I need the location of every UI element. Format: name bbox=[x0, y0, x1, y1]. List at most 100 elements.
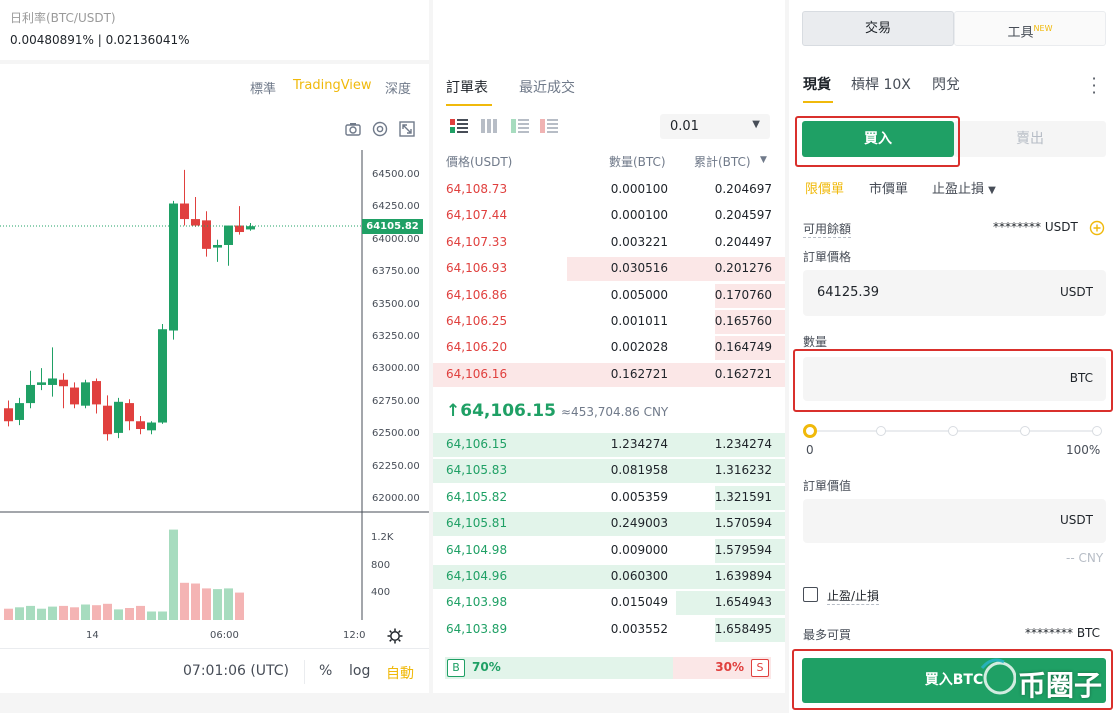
book-view-asks-icon[interactable] bbox=[540, 119, 558, 133]
tpsl-label[interactable]: 止盈/止損 bbox=[827, 587, 880, 605]
tab-margin[interactable]: 槓桿 10X bbox=[851, 74, 911, 94]
last-price-value: 64,106.15 bbox=[460, 401, 556, 421]
bid-qty: 0.009000 bbox=[610, 542, 668, 557]
candle-body bbox=[191, 219, 200, 226]
log-toggle[interactable]: log bbox=[349, 663, 370, 679]
ask-row[interactable]: 64,106.16 0.162721 0.162721 bbox=[433, 362, 785, 388]
slider-step[interactable] bbox=[876, 426, 886, 436]
fullscreen-icon[interactable] bbox=[398, 120, 416, 138]
current-price-tag: 64105.82 bbox=[362, 219, 423, 234]
sell-tab-button[interactable]: 賣出 bbox=[954, 121, 1106, 157]
ask-row[interactable]: 64,106.25 0.001011 0.165760 bbox=[433, 309, 785, 335]
tab-order-book[interactable]: 訂單表 bbox=[446, 77, 488, 97]
ask-total: 0.204697 bbox=[714, 182, 772, 196]
sell-pct: 30% bbox=[715, 660, 744, 674]
bid-price: 64,103.89 bbox=[446, 621, 508, 636]
book-view-compact-icon[interactable] bbox=[481, 119, 499, 133]
precision-select[interactable]: 0.01 ▼ bbox=[660, 114, 770, 139]
bid-row[interactable]: 64,105.82 0.005359 1.321591 bbox=[433, 485, 785, 511]
slider-min-label: 0 bbox=[806, 443, 814, 457]
tab-trade[interactable]: 交易 bbox=[802, 11, 954, 46]
candle-body bbox=[213, 244, 222, 248]
slider-step[interactable] bbox=[1020, 426, 1030, 436]
bid-row[interactable]: 64,103.89 0.003552 1.658495 bbox=[433, 617, 785, 643]
volume-bar bbox=[235, 592, 244, 620]
candle-body bbox=[224, 225, 233, 245]
ask-qty: 0.000100 bbox=[610, 182, 668, 196]
new-badge: NEW bbox=[1033, 24, 1053, 33]
ask-row[interactable]: 64,107.33 0.003221 0.204497 bbox=[433, 230, 785, 256]
bid-row[interactable]: 64,103.98 0.015049 1.654943 bbox=[433, 590, 785, 616]
time-tick: 06:00 bbox=[210, 630, 239, 641]
more-menu-icon[interactable]: · · · bbox=[1091, 71, 1097, 101]
candle-body bbox=[4, 408, 13, 422]
candle-body bbox=[202, 220, 211, 249]
candle-body bbox=[158, 329, 167, 423]
sort-down-icon[interactable]: ▼ bbox=[760, 155, 767, 165]
candle-body bbox=[70, 387, 79, 405]
tab-recent-trades[interactable]: 最近成交 bbox=[519, 77, 575, 97]
order-value-input[interactable]: USDT bbox=[803, 499, 1106, 543]
ask-row[interactable]: 64,108.73 0.000100 0.204697 bbox=[433, 177, 785, 203]
ask-row[interactable]: 64,106.86 0.005000 0.170760 bbox=[433, 283, 785, 309]
bid-total: 1.639894 bbox=[714, 569, 772, 583]
add-funds-icon[interactable] bbox=[1089, 220, 1105, 236]
tpsl-checkbox[interactable] bbox=[803, 587, 818, 602]
tab-spot[interactable]: 現貨 bbox=[803, 74, 831, 94]
volume-bar bbox=[70, 607, 79, 620]
candle-body bbox=[147, 422, 156, 431]
bid-qty: 0.003552 bbox=[610, 621, 668, 636]
book-top-blank bbox=[433, 0, 785, 60]
chart-tab-depth[interactable]: 深度 bbox=[385, 78, 411, 97]
ask-total: 0.204597 bbox=[714, 208, 772, 223]
candle-body bbox=[59, 379, 68, 387]
ask-row[interactable]: 64,106.93 0.030516 0.201276 bbox=[433, 256, 785, 282]
auto-toggle[interactable]: 自動 bbox=[386, 663, 414, 683]
highlight-box bbox=[795, 116, 960, 167]
price-input[interactable]: 64125.39 USDT bbox=[803, 270, 1106, 316]
bid-qty: 1.234274 bbox=[610, 437, 668, 451]
chart-tab-standard[interactable]: 標準 bbox=[250, 78, 276, 97]
bid-qty: 0.005359 bbox=[610, 489, 668, 504]
ask-price: 64,106.20 bbox=[446, 340, 508, 355]
bid-row[interactable]: 64,105.81 0.249003 1.570594 bbox=[433, 511, 785, 537]
slider-step[interactable] bbox=[948, 426, 958, 436]
chart-tab-tradingview[interactable]: TradingView bbox=[293, 78, 372, 93]
arrow-up-icon: ↑ bbox=[446, 401, 461, 421]
tab-tools[interactable]: 工具NEW bbox=[954, 11, 1106, 46]
utc-clock: 07:01:06 (UTC) bbox=[183, 663, 290, 679]
col-qty-header: 數量(BTC) bbox=[609, 155, 666, 169]
ask-price: 64,107.33 bbox=[446, 234, 508, 249]
available-label[interactable]: 可用餘額 bbox=[803, 220, 852, 238]
bid-total: 1.570594 bbox=[714, 516, 772, 531]
camera-icon[interactable] bbox=[344, 120, 362, 138]
candle-body bbox=[48, 378, 57, 385]
price-input-value: 64125.39 bbox=[817, 285, 880, 300]
slider-step[interactable] bbox=[1092, 426, 1102, 436]
volume-bar bbox=[136, 605, 145, 620]
ask-price: 64,108.73 bbox=[446, 182, 508, 196]
ask-row[interactable]: 64,106.20 0.002028 0.164749 bbox=[433, 335, 785, 361]
bid-qty: 0.081958 bbox=[610, 463, 668, 478]
bid-row[interactable]: 64,106.15 1.234274 1.234274 bbox=[433, 432, 785, 458]
bid-row[interactable]: 64,104.98 0.009000 1.579594 bbox=[433, 538, 785, 564]
order-type-market[interactable]: 市價單 bbox=[869, 178, 908, 197]
gear-icon[interactable] bbox=[386, 627, 404, 645]
bid-row[interactable]: 64,104.96 0.060300 1.639894 bbox=[433, 564, 785, 590]
volume-bar bbox=[169, 529, 178, 620]
book-view-bids-icon[interactable] bbox=[511, 119, 529, 133]
order-type-limit[interactable]: 限價單 bbox=[805, 178, 844, 197]
book-view-both-icon[interactable] bbox=[450, 119, 468, 133]
percent-toggle[interactable]: % bbox=[319, 663, 332, 679]
order-type-stop[interactable]: 止盈止損 ▼ bbox=[932, 178, 996, 197]
bid-qty: 0.060300 bbox=[610, 569, 668, 583]
slider-handle[interactable] bbox=[803, 424, 817, 438]
volume-bar bbox=[48, 606, 57, 620]
ask-row[interactable]: 64,107.44 0.000100 0.204597 bbox=[433, 203, 785, 229]
bid-total: 1.316232 bbox=[714, 463, 772, 478]
volume-tick: 800 bbox=[371, 560, 391, 571]
settings-icon[interactable] bbox=[371, 120, 389, 138]
tab-convert[interactable]: 閃兌 bbox=[932, 74, 960, 94]
ask-price: 64,106.16 bbox=[446, 366, 508, 381]
bid-row[interactable]: 64,105.83 0.081958 1.316232 bbox=[433, 458, 785, 484]
